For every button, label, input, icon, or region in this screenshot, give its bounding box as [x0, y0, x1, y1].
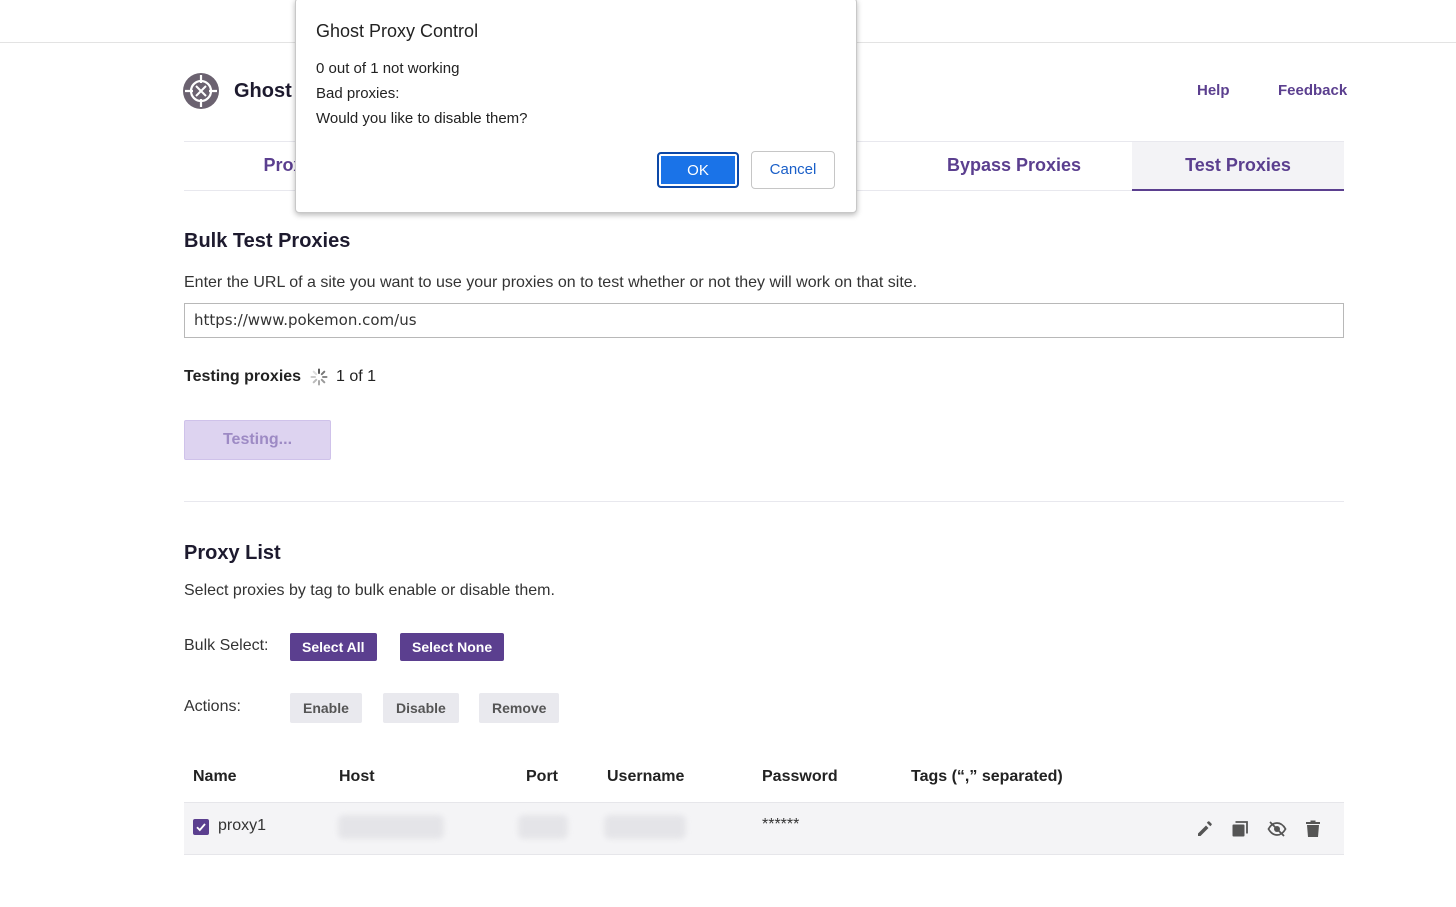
url-field-wrapper [184, 303, 1344, 338]
row-checkbox[interactable] [193, 819, 209, 835]
bulk-select-label: Bulk Select: [184, 637, 269, 654]
tab-test-proxies[interactable]: Test Proxies [1132, 142, 1344, 191]
help-link[interactable]: Help [1197, 82, 1230, 99]
tab-bypass-proxies[interactable]: Bypass Proxies [902, 142, 1126, 190]
remove-button[interactable]: Remove [479, 693, 560, 723]
column-header-tags: Tags (“,” separated) [911, 768, 1063, 785]
row-username-redacted [604, 815, 686, 839]
proxy-list-title: Proxy List [184, 542, 281, 564]
delete-icon[interactable] [1305, 820, 1323, 838]
edit-icon[interactable] [1195, 820, 1213, 838]
column-header-port: Port [526, 768, 558, 785]
row-password: ****** [762, 816, 800, 833]
column-header-password: Password [762, 768, 838, 785]
bulk-test-description: Enter the URL of a site you want to use … [184, 274, 918, 291]
dialog-cancel-button[interactable]: Cancel [751, 151, 835, 189]
dialog-ok-button[interactable]: OK [657, 152, 739, 188]
column-header-username: Username [607, 768, 685, 785]
column-header-name: Name [193, 768, 237, 785]
column-header-host: Host [339, 768, 375, 785]
ghost-logo-icon [183, 73, 219, 109]
brand-name: Ghost [234, 80, 292, 102]
testing-progress: 1 of 1 [335, 368, 376, 385]
select-all-button[interactable]: Select All [290, 633, 377, 661]
select-none-button[interactable]: Select None [400, 633, 505, 661]
row-host-redacted [338, 815, 444, 839]
proxy-list-description: Select proxies by tag to bulk enable or … [184, 582, 555, 599]
dialog-message-line: Would you like to disable them? [316, 110, 528, 127]
feedback-link[interactable]: Feedback [1278, 82, 1347, 99]
bulk-test-title: Bulk Test Proxies [184, 230, 351, 252]
test-url-input[interactable] [185, 304, 1333, 335]
dialog-message-line: 0 out of 1 not working [316, 60, 460, 77]
testing-button[interactable]: Testing... [184, 420, 331, 460]
enable-button[interactable]: Enable [290, 693, 362, 723]
row-port-redacted [518, 815, 568, 839]
testing-status-label: Testing proxies [184, 368, 302, 385]
loading-spinner-icon [310, 368, 328, 386]
testing-status: Testing proxies 1 of 1 [184, 366, 376, 390]
hide-icon[interactable] [1267, 820, 1287, 838]
dialog-title: Ghost Proxy Control [316, 21, 479, 41]
dialog-message-line: Bad proxies: [316, 85, 400, 102]
alert-dialog: Ghost Proxy Control 0 out of 1 not worki… [295, 0, 857, 213]
actions-label: Actions: [184, 698, 241, 715]
section-divider [184, 501, 1344, 502]
row-name: proxy1 [218, 817, 267, 834]
table-row: proxy1 ****** [184, 802, 1344, 855]
disable-button[interactable]: Disable [383, 693, 459, 723]
copy-icon[interactable] [1231, 820, 1249, 838]
